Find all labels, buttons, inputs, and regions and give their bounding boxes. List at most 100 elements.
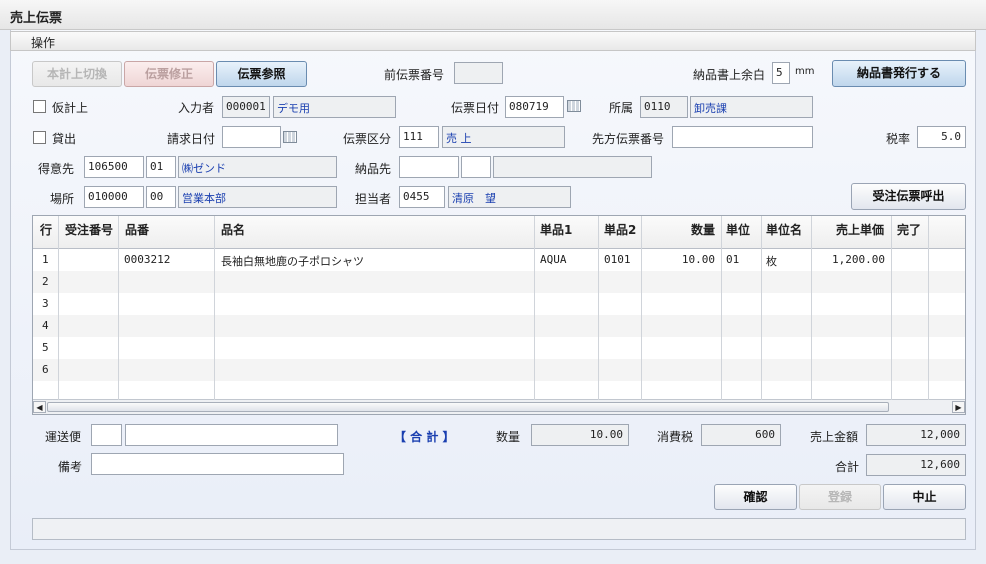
grid-cell-unit[interactable]: 01 (726, 253, 739, 266)
grid-column-divider (641, 216, 642, 400)
location-label: 場所 (50, 192, 75, 206)
grid-header: 行受注番号 品番 品名 単品1 単品2 数量 単位 単位名 売上単価 完了 (33, 216, 965, 249)
grid-cell-item-name[interactable]: 長袖白無地鹿の子ポロシャツ (221, 253, 364, 269)
table-row[interactable]: 6 (33, 359, 965, 381)
horizontal-scrollbar[interactable]: ◀ ▶ (33, 399, 965, 414)
belong-label: 所属 (609, 101, 634, 115)
grid-column-header[interactable]: 単位名 (766, 221, 802, 238)
menu-bar: 操作 (10, 31, 976, 51)
notes-label: 備考 (58, 460, 83, 474)
notes-input[interactable] (91, 453, 344, 475)
staff-code[interactable]: 0455 (399, 186, 445, 208)
table-row[interactable]: 1 0003212 長袖白無地鹿の子ポロシャツ AQUA 0101 10.00 01 枚 1,2… (33, 249, 965, 271)
grid-cell-unit-name[interactable]: 枚 (766, 253, 777, 269)
entry-label: 入力者 (178, 101, 215, 115)
location-name: 営業本部 (178, 186, 337, 208)
staff-name: 清原 望 (448, 186, 571, 208)
grid-cell-qty[interactable]: 10.00 (682, 253, 715, 266)
grid-cell-row[interactable]: 5 (42, 341, 49, 354)
table-row[interactable]: 4 (33, 315, 965, 337)
table-row[interactable]: 3 (33, 293, 965, 315)
slip-type-label: 伝票区分 (343, 132, 392, 146)
lending-checkbox[interactable] (33, 131, 46, 144)
grid-column-header[interactable]: 単位 (726, 221, 750, 238)
customer-branch[interactable]: 01 (146, 156, 176, 178)
slip-type-code[interactable]: 111 (399, 126, 439, 148)
honkei-switch-button[interactable]: 本計上切換 (32, 61, 122, 87)
detail-grid[interactable]: 行受注番号 品番 品名 単品1 単品2 数量 単位 単位名 売上単価 完了 1 0003212 長袖白… (32, 215, 966, 415)
grid-cell-row[interactable]: 3 (42, 297, 49, 310)
status-bar (32, 518, 966, 540)
sum-amount: 12,600 (866, 454, 966, 476)
location-code[interactable]: 010000 (84, 186, 144, 208)
grid-column-header[interactable]: 品番 (125, 221, 149, 238)
call-order-button[interactable]: 受注伝票呼出 (851, 183, 966, 210)
grid-column-header[interactable]: 完了 (897, 221, 921, 238)
grid-column-header[interactable]: 品名 (221, 221, 245, 238)
prev-slip-field[interactable] (454, 62, 503, 84)
billing-date-label: 請求日付 (167, 132, 216, 146)
grid-cell-item-no[interactable]: 0003212 (124, 253, 170, 266)
slip-ref-button[interactable]: 伝票参照 (216, 61, 307, 87)
window-title: 売上伝票 (0, 0, 986, 30)
grid-cell-row[interactable]: 2 (42, 275, 49, 288)
tax-rate-input[interactable]: 5.0 (917, 126, 966, 148)
confirm-button[interactable]: 確認 (714, 484, 797, 510)
tax-amount: 600 (701, 424, 781, 446)
tax-amount-label: 消費税 (657, 430, 694, 444)
cancel-button[interactable]: 中止 (883, 484, 966, 510)
shipping-label: 運送便 (45, 430, 82, 444)
grid-cell-tanpin2[interactable]: 0101 (604, 253, 631, 266)
grid-cell-tanpin1[interactable]: AQUA (540, 253, 567, 266)
slip-date-label: 伝票日付 (451, 101, 500, 115)
qty-total: 10.00 (531, 424, 629, 446)
grid-column-divider (761, 216, 762, 400)
dest-slip-input[interactable] (672, 126, 813, 148)
margin-input[interactable]: 5 (772, 62, 790, 84)
customer-code[interactable]: 106500 (84, 156, 144, 178)
customer-label: 得意先 (38, 162, 75, 176)
slip-edit-button[interactable]: 伝票修正 (124, 61, 214, 87)
grid-cell-price[interactable]: 1,200.00 (832, 253, 885, 266)
billing-date-input[interactable] (222, 126, 281, 148)
shipping-code[interactable] (91, 424, 122, 446)
grid-column-header[interactable]: 単品1 (540, 221, 572, 238)
delivery-branch[interactable] (461, 156, 491, 178)
scroll-left-icon[interactable]: ◀ (33, 401, 46, 413)
sales-label: 売上金額 (810, 430, 859, 444)
tax-rate-label: 税率 (886, 132, 911, 146)
grid-column-header[interactable]: 売上単価 (836, 221, 884, 238)
table-row[interactable]: 2 (33, 271, 965, 293)
shipping-name[interactable] (125, 424, 338, 446)
slip-type-name: 売 上 (442, 126, 565, 148)
calendar-icon[interactable] (283, 131, 297, 143)
grid-column-header[interactable]: 単品2 (604, 221, 636, 238)
grid-cell-row[interactable]: 6 (42, 363, 49, 376)
grid-column-divider (598, 216, 599, 400)
issue-delivery-button[interactable]: 納品書発行する (832, 60, 966, 87)
grid-column-divider (811, 216, 812, 400)
grid-column-header[interactable]: 数量 (691, 221, 715, 238)
grid-column-divider (534, 216, 535, 400)
entry-code: 000001 (222, 96, 270, 118)
scroll-right-icon[interactable]: ▶ (952, 401, 965, 413)
location-branch[interactable]: 00 (146, 186, 176, 208)
total-title: 【 合 計 】 (394, 430, 455, 444)
margin-unit: mm (795, 66, 815, 77)
lending-label: 貸出 (52, 132, 77, 146)
calendar-icon[interactable] (567, 100, 581, 112)
register-button[interactable]: 登録 (799, 484, 881, 510)
slip-date-input[interactable]: 080719 (505, 96, 564, 118)
grid-cell-row[interactable]: 4 (42, 319, 49, 332)
provisional-checkbox[interactable] (33, 100, 46, 113)
scroll-thumb[interactable] (47, 402, 889, 412)
grid-column-header[interactable]: 受注番号 (65, 221, 113, 238)
table-row[interactable]: 5 (33, 337, 965, 359)
grid-column-header[interactable]: 行 (40, 221, 52, 238)
grid-column-divider (721, 216, 722, 400)
provisional-label: 仮計上 (52, 101, 89, 115)
grid-cell-row[interactable]: 1 (42, 253, 49, 266)
menu-operations[interactable]: 操作 (31, 36, 55, 50)
sales-amount: 12,000 (866, 424, 966, 446)
delivery-code[interactable] (399, 156, 459, 178)
